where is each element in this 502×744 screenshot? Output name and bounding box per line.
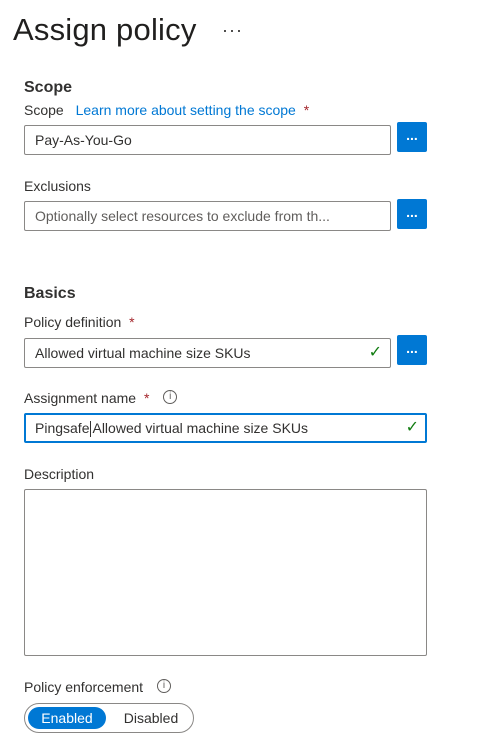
info-icon[interactable]: i (163, 390, 178, 405)
assignment-name-value-part1: Pingsafe (35, 420, 90, 436)
policy-definition-field[interactable]: Allowed virtual machine size SKUs ✓ (24, 338, 391, 368)
policy-enforcement-toggle[interactable]: Enabled Disabled (24, 703, 194, 733)
description-textarea[interactable] (24, 489, 427, 656)
checkmark-icon: ✓ (405, 419, 419, 436)
exclusions-browse-button[interactable]: ... (397, 199, 427, 229)
assignment-name-label-row: Assignment name * i (24, 390, 178, 406)
more-options-button[interactable]: ··· (222, 20, 243, 41)
assignment-name-field[interactable]: Pingsafe Allowed virtual machine size SKU… (24, 413, 427, 443)
scope-label: Scope (24, 102, 64, 118)
policy-enforcement-label: Policy enforcement (24, 679, 144, 695)
policy-definition-label: Policy definition (24, 314, 122, 330)
enforcement-disabled-option[interactable]: Disabled (111, 707, 191, 729)
info-icon[interactable]: i (156, 679, 171, 694)
policy-definition-value: Allowed virtual machine size SKUs (35, 345, 251, 361)
basics-section-title: Basics (24, 285, 76, 302)
scope-learn-more-link[interactable]: Learn more about setting the scope (76, 102, 296, 118)
scope-label-row: Scope Learn more about setting the scope… (24, 102, 309, 118)
exclusions-label: Exclusions (24, 178, 91, 194)
required-asterisk: * (303, 102, 310, 118)
required-asterisk: * (143, 390, 150, 406)
scope-browse-button[interactable]: ... (397, 122, 427, 152)
page-title: Assign policy (13, 12, 197, 47)
scope-field[interactable]: Pay-As-You-Go (24, 125, 391, 155)
policy-definition-label-row: Policy definition * (24, 314, 135, 330)
exclusions-field[interactable]: Optionally select resources to exclude f… (24, 201, 391, 231)
checkmark-icon: ✓ (368, 344, 382, 361)
assignment-name-value-part2: Allowed virtual machine size SKUs (92, 420, 309, 436)
required-asterisk: * (129, 314, 135, 330)
scope-section-title: Scope (24, 79, 73, 96)
policy-enforcement-label-row: Policy enforcement i (24, 679, 171, 695)
policy-definition-browse-button[interactable]: ... (397, 335, 427, 365)
enforcement-enabled-option[interactable]: Enabled (28, 707, 106, 729)
description-label: Description (24, 466, 95, 482)
assignment-name-label: Assignment name (24, 390, 137, 406)
